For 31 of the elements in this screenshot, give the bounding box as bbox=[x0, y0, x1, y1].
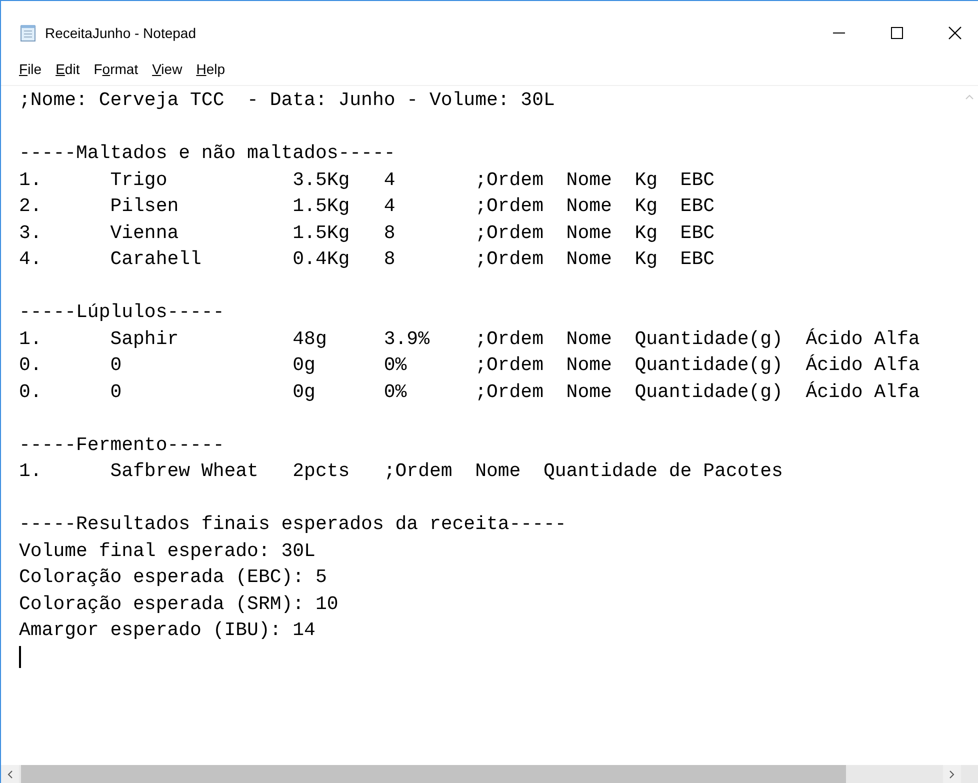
text-line: -----Lúplulos----- bbox=[19, 300, 226, 325]
scroll-left-icon[interactable] bbox=[1, 765, 19, 783]
text-line: ;Nome: Cerveja TCC - Data: Junho - Volume: 30L bbox=[19, 88, 556, 113]
text-line: Volume final esperado: 30L bbox=[19, 538, 316, 564]
text-line: 1. Safbrew Wheat 2pcts ;Ordem Nome Quantidade de Pacotes bbox=[19, 459, 784, 484]
text-line: 2. Pilsen 1.5Kg 4 ;Ordem Nome Kg EBC bbox=[19, 194, 716, 219]
notepad-icon bbox=[19, 24, 37, 42]
text-line: 0. 0 0g 0% ;Ordem Nome Quantidade(g) Ácido Alfa bbox=[19, 380, 921, 404]
menu-item[interactable]: Edit bbox=[50, 58, 86, 78]
scrollbar-thumb[interactable] bbox=[21, 765, 846, 783]
text-line: Amargor esperado (IBU): 14 bbox=[19, 618, 316, 643]
menu-item[interactable]: Format bbox=[88, 58, 144, 78]
text-line: Coloração esperada (EBC): 5 bbox=[19, 565, 328, 590]
scroll-right-icon[interactable] bbox=[943, 765, 961, 783]
maximize-icon bbox=[891, 26, 903, 38]
menu-item[interactable]: Help bbox=[190, 58, 231, 78]
text-line: 0. 0 0g 0% ;Ordem Nome Quantidade(g) Ácido Alfa bbox=[19, 353, 921, 378]
text-line: -----Maltados e não maltados----- bbox=[19, 141, 396, 166]
text-line: Coloração esperada (SRM): 10 bbox=[19, 592, 340, 616]
window-title: ReceitaJunho - Notepad bbox=[45, 24, 197, 40]
menu-item[interactable]: View bbox=[146, 58, 188, 78]
menu-item[interactable]: File bbox=[13, 58, 48, 78]
text-line: -----Fermento----- bbox=[19, 432, 226, 458]
text-cursor bbox=[19, 646, 20, 668]
text-line: 1. Saphir 48g 3.9% ;Ordem Nome Quantidade(g) Ácido Alfa bbox=[19, 326, 921, 352]
text-line: 4. Carahell 0.4Kg 8 ;Ordem Nome Kg EBC bbox=[19, 247, 716, 272]
horizontal-scrollbar[interactable] bbox=[1, 765, 978, 783]
close-icon bbox=[948, 26, 962, 40]
text-line: 1. Trigo 3.5Kg 4 ;Ordem Nome Kg EBC bbox=[19, 168, 716, 192]
text-line: -----Resultados finais esperados da receita----- bbox=[19, 512, 568, 537]
text-line: 3. Vienna 1.5Kg 8 ;Ordem Nome Kg EBC bbox=[19, 220, 716, 246]
